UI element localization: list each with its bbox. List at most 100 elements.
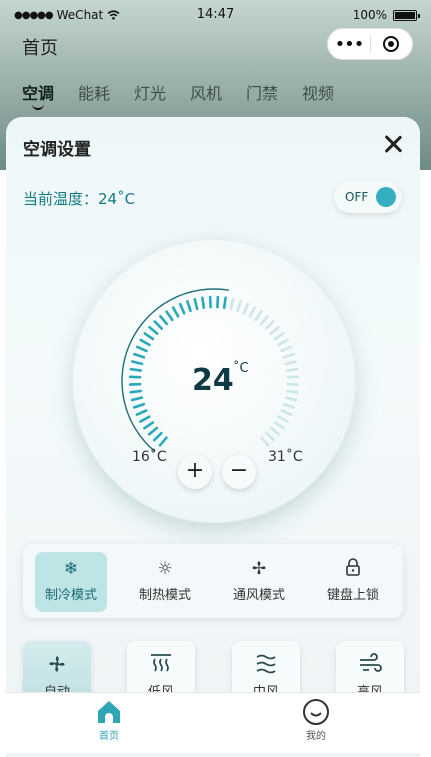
target-temperature: 24: [192, 363, 234, 398]
dial-tick: [160, 438, 166, 446]
dial-tick: [282, 411, 291, 415]
tab-lighting[interactable]: 灯光: [134, 80, 190, 104]
tab-home[interactable]: 首页: [69, 697, 149, 742]
dial-tick: [284, 404, 293, 407]
dial-tick: [284, 354, 293, 357]
page-title: 首页: [22, 34, 58, 60]
dial-tick: [160, 316, 166, 324]
dial-tick: [282, 347, 291, 351]
min-temperature: 16˚C: [132, 449, 167, 465]
tab-air-conditioner[interactable]: 空调: [22, 80, 78, 104]
power-toggle-label: OFF: [345, 190, 368, 204]
dial-tick: [167, 312, 173, 320]
lock-icon: [317, 558, 389, 580]
dial-tick: [195, 299, 197, 309]
tab-fan[interactable]: 风机: [190, 80, 246, 104]
category-tabs: 空调 能耗 灯光 风机 门禁 视频: [22, 80, 358, 104]
dial-tick: [137, 347, 146, 351]
dial-tick: [224, 298, 225, 308]
battery-percent: 100%: [353, 8, 387, 22]
dial-tick: [141, 340, 150, 345]
mini-program-capsule: •••: [327, 28, 413, 60]
status-bar: ●●●●● WeChat 14:47 100%: [0, 0, 431, 28]
battery-icon: [393, 10, 417, 21]
dial-tick: [132, 362, 142, 364]
tab-energy[interactable]: 能耗: [78, 80, 134, 104]
bottom-tab-bar: 首页 我的: [6, 692, 420, 753]
home-icon: [94, 697, 124, 727]
toggle-knob: [376, 187, 396, 207]
tab-home-label: 首页: [99, 731, 119, 742]
close-icon[interactable]: [382, 133, 404, 155]
mode-ventilation[interactable]: ✢ 通风模式: [223, 552, 295, 612]
dial-tick: [279, 417, 288, 422]
dial-tick: [134, 354, 143, 357]
close-mini-program-button[interactable]: [371, 36, 412, 52]
max-temperature: 31˚C: [268, 449, 303, 465]
dial-tick: [231, 299, 233, 309]
temperature-dial[interactable]: 24 ˚C 16˚C 31˚C + −: [72, 239, 356, 523]
more-button[interactable]: •••: [328, 34, 370, 55]
mode-cooling[interactable]: ❄ 制冷模式: [35, 552, 107, 612]
high-wind-icon: [336, 653, 404, 675]
dial-tick: [140, 417, 149, 422]
dial-tick: [180, 304, 184, 313]
dial-tick: [271, 327, 279, 333]
dial-tick: [237, 301, 240, 310]
dial-tick: [155, 322, 162, 329]
mode-selector: ❄ 制冷模式 ☼ 制热模式 ✢ 通风模式 键盘上锁: [23, 544, 403, 618]
tab-access-control[interactable]: 门禁: [246, 80, 302, 104]
profile-icon: [301, 697, 331, 727]
dial-tick: [137, 411, 146, 415]
dial-tick: [267, 433, 274, 440]
dial-tick: [149, 327, 157, 333]
mode-keypad-lock[interactable]: 键盘上锁: [317, 552, 389, 612]
dial-tick: [134, 404, 143, 407]
tab-profile-label: 我的: [306, 731, 326, 742]
dial-tick: [132, 398, 142, 400]
tab-profile[interactable]: 我的: [276, 697, 356, 742]
fan-icon: [23, 653, 91, 675]
dial-tick: [287, 369, 297, 370]
dial-tick: [279, 340, 288, 345]
dial-tick: [154, 433, 161, 440]
dial-tick: [131, 369, 141, 370]
dial-tick: [287, 391, 297, 392]
dial-tick: [144, 423, 152, 429]
mode-heating[interactable]: ☼ 制热模式: [129, 552, 201, 612]
sheet-title: 空调设置: [23, 135, 91, 160]
current-temperature: 当前温度：24˚C: [23, 188, 135, 209]
dial-tick: [261, 316, 267, 324]
snowflake-icon: ❄: [35, 558, 107, 580]
dial-tick: [202, 298, 203, 308]
dial-tick: [266, 322, 273, 329]
dial-tick: [286, 398, 296, 400]
sun-icon: ☼: [129, 558, 201, 580]
mode-label: 通风模式: [223, 584, 295, 603]
dial-tick: [275, 423, 283, 429]
mode-label: 键盘上锁: [317, 584, 389, 603]
dial-tick: [149, 428, 157, 434]
dial-tick: [244, 304, 248, 313]
dial-tick: [145, 333, 153, 339]
dial-tick: [275, 333, 283, 339]
dial-tick: [256, 312, 262, 320]
dial-tick: [271, 428, 279, 434]
fan-icon: ✢: [223, 558, 295, 580]
dial-tick: [250, 308, 255, 317]
low-wind-icon: [127, 653, 195, 675]
medium-wind-icon: [232, 653, 300, 675]
increase-temperature-button[interactable]: +: [178, 455, 212, 489]
dial-tick: [286, 362, 296, 364]
dial-tick: [262, 438, 268, 446]
mode-label: 制冷模式: [35, 584, 107, 603]
dial-tick: [173, 308, 178, 317]
dial-tick: [131, 391, 141, 392]
decrease-temperature-button[interactable]: −: [222, 455, 256, 489]
mode-label: 制热模式: [129, 584, 201, 603]
tab-video[interactable]: 视频: [302, 80, 358, 104]
dial-tick: [187, 301, 190, 310]
temperature-unit: ˚C: [233, 361, 249, 376]
power-toggle[interactable]: OFF: [334, 181, 402, 213]
ac-settings-sheet: 空调设置 当前温度：24˚C OFF 24 ˚C 16˚C 31˚C + − ❄…: [6, 117, 420, 757]
